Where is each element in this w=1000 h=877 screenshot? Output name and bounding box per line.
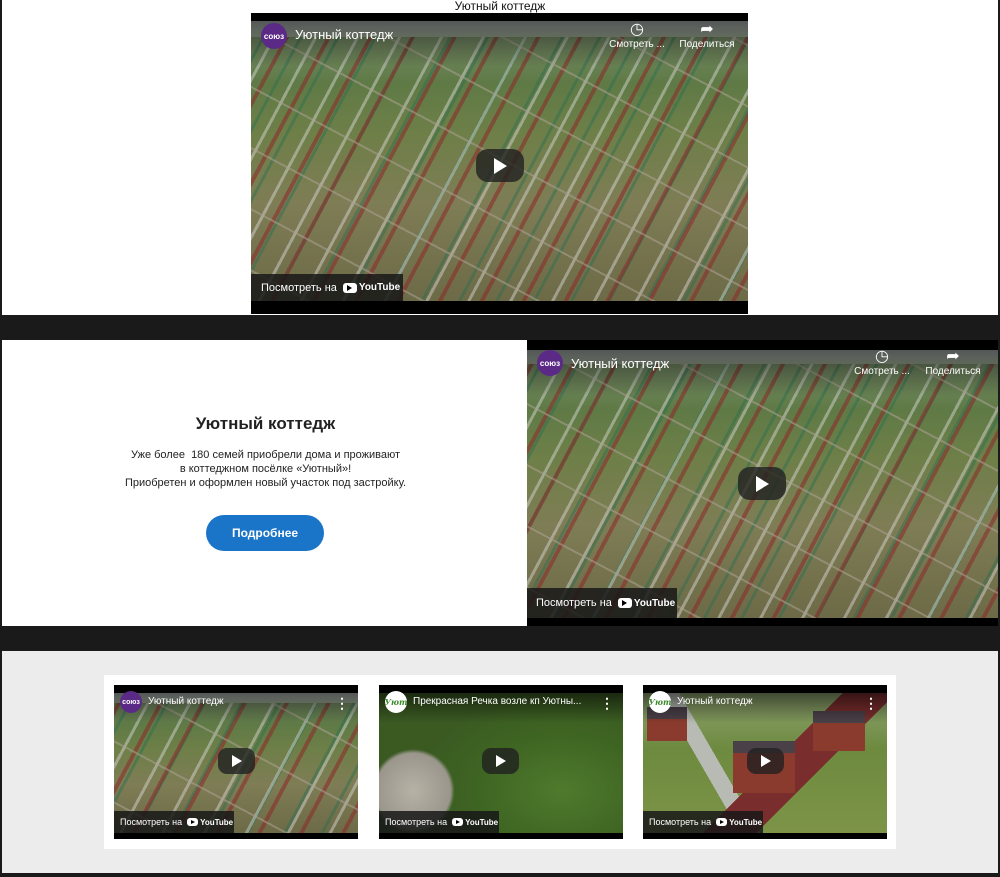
share-arrow-icon: ➦	[946, 348, 960, 365]
clock-icon: ◷	[630, 21, 644, 38]
video-title[interactable]: Уютный коттедж	[677, 696, 847, 707]
kebab-menu-icon[interactable]: ⋮	[335, 696, 349, 710]
video-gallery: союз Уютный коттедж ⋮ Посмотреть на YouT…	[104, 675, 896, 849]
youtube-icon: YouTube	[452, 818, 498, 827]
watch-on-youtube-link[interactable]: Посмотреть на YouTube	[379, 811, 499, 833]
watch-later-label: Смотреть ...	[854, 366, 910, 377]
hero-title: Уютный коттедж	[195, 414, 336, 433]
watch-later-label: Смотреть ...	[609, 39, 665, 50]
watch-on-youtube-link[interactable]: Посмотреть на YouTube	[643, 811, 763, 833]
video-gallery-section: союз Уютный коттедж ⋮ Посмотреть на YouT…	[2, 651, 998, 873]
watch-on-label: Посмотреть на	[120, 817, 183, 827]
watch-on-label: Посмотреть на	[536, 597, 612, 609]
hero-text-line: в коттеджном посёлке «Уютный»!	[179, 463, 352, 475]
youtube-label: YouTube	[633, 597, 676, 609]
video-player[interactable]: союз Уютный коттедж ◷ Смотреть ... ➦ Под…	[527, 340, 998, 626]
youtube-label: YouTube	[465, 817, 499, 827]
youtube-label: YouTube	[200, 817, 234, 827]
video-title[interactable]: Уютный коттедж	[148, 696, 328, 707]
section-heading: Уютный коттедж	[454, 0, 546, 13]
play-icon	[493, 157, 507, 174]
play-button[interactable]	[747, 748, 784, 774]
share-button[interactable]: ➦ Поделиться	[672, 21, 742, 50]
gallery-video-player[interactable]: союз Уютный коттедж ⋮ Посмотреть на YouT…	[114, 685, 358, 839]
kebab-menu-icon[interactable]: ⋮	[864, 696, 878, 710]
more-details-button[interactable]: Подробнее	[206, 515, 324, 551]
video-title[interactable]: Прекрасная Речка возле кп Уютны...	[413, 696, 583, 707]
youtube-icon: YouTube	[716, 818, 762, 827]
youtube-icon: YouTube	[187, 818, 233, 827]
video-title[interactable]: Уютный коттедж	[571, 356, 851, 371]
gallery-video-player[interactable]: Уют Прекрасная Речка возле кп Уютны... ⋮…	[379, 685, 623, 839]
play-button[interactable]	[218, 748, 255, 774]
hero-text-line: Приобретен и оформлен новый участок под …	[124, 477, 407, 489]
gallery-video-player[interactable]: Уют Уютный коттедж ⋮ Посмотреть на YouTu…	[643, 685, 887, 839]
play-button[interactable]	[738, 467, 786, 500]
channel-logo[interactable]: союз	[537, 350, 563, 376]
channel-logo[interactable]: Уют	[649, 691, 671, 713]
hero-text-line: Уже более 180 семей приобрели дома и про…	[130, 449, 401, 461]
watch-later-button[interactable]: ◷ Смотреть ...	[602, 21, 672, 50]
play-icon	[755, 475, 769, 492]
watch-on-youtube-link[interactable]: Посмотреть на YouTube	[527, 588, 677, 618]
channel-logo[interactable]: союз	[120, 691, 142, 713]
share-label: Поделиться	[679, 39, 735, 50]
hero-section: Уютный коттедж Уже более 180 семей приоб…	[2, 340, 998, 626]
youtube-label: YouTube	[729, 817, 763, 827]
watch-on-youtube-link[interactable]: Посмотреть на YouTube	[251, 274, 403, 301]
youtube-icon: YouTube	[617, 597, 676, 609]
youtube-icon: YouTube	[342, 282, 401, 293]
play-button[interactable]	[476, 149, 524, 182]
watch-later-button[interactable]: ◷ Смотреть ...	[847, 348, 917, 377]
channel-logo[interactable]: союз	[261, 23, 287, 49]
kebab-menu-icon[interactable]: ⋮	[600, 696, 614, 710]
hero-description: Уже более 180 семей приобрели дома и про…	[2, 448, 529, 490]
play-icon	[231, 755, 242, 767]
play-icon	[495, 755, 506, 767]
share-arrow-icon: ➦	[700, 21, 714, 38]
play-icon	[760, 755, 771, 767]
video-player[interactable]: союз Уютный коттедж ◷ Смотреть ... ➦ Под…	[251, 13, 748, 314]
watch-on-label: Посмотреть на	[261, 281, 337, 294]
play-button[interactable]	[482, 748, 519, 774]
share-label: Поделиться	[925, 366, 981, 377]
video-title[interactable]: Уютный коттедж	[295, 27, 595, 42]
watch-on-label: Посмотреть на	[385, 817, 448, 827]
watch-on-label: Посмотреть на	[649, 817, 712, 827]
clock-icon: ◷	[875, 348, 889, 365]
top-video-section: Уютный коттедж союз Уютный коттедж ◷ Смо…	[2, 0, 998, 315]
share-button[interactable]: ➦ Поделиться	[918, 348, 988, 377]
youtube-label: YouTube	[358, 282, 401, 293]
channel-logo[interactable]: Уют	[385, 691, 407, 713]
watch-on-youtube-link[interactable]: Посмотреть на YouTube	[114, 811, 234, 833]
